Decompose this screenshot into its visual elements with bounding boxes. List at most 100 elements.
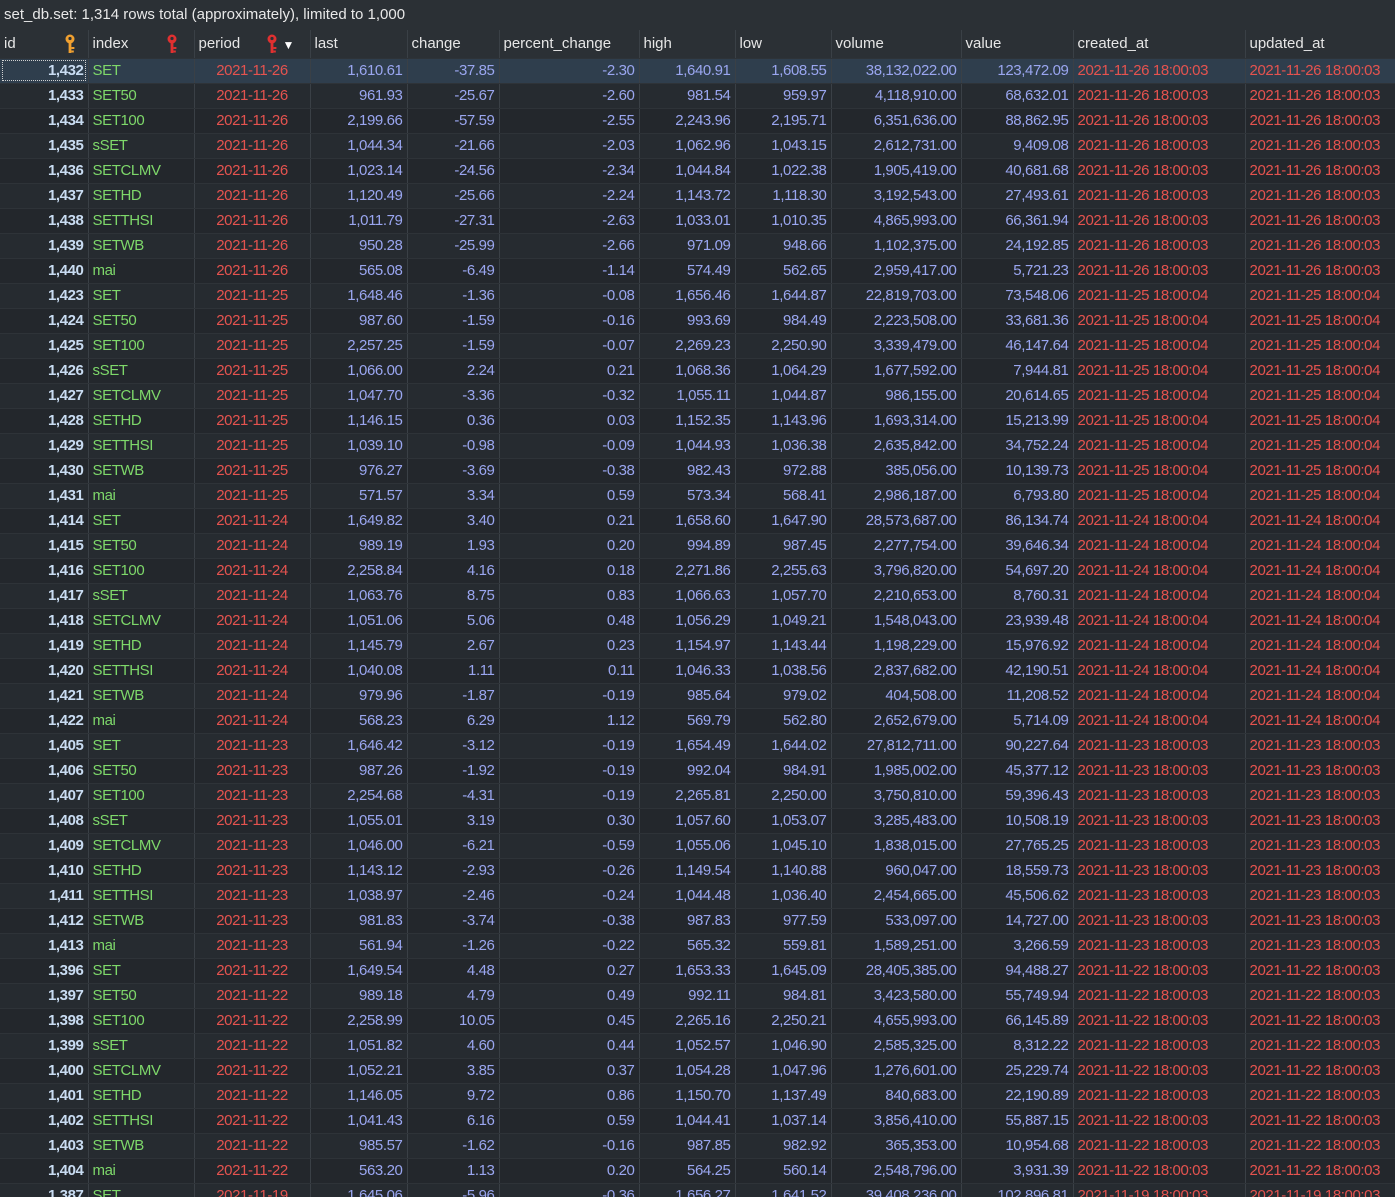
- cell-period[interactable]: 2021-11-22: [194, 1083, 311, 1109]
- cell-last[interactable]: 987.26: [310, 758, 408, 784]
- cell-id[interactable]: 1,409: [0, 833, 89, 859]
- cell-index[interactable]: SETWB: [88, 458, 195, 484]
- cell-change[interactable]: 4.16: [407, 558, 500, 584]
- cell-created-at[interactable]: 2021-11-26 18:00:03: [1073, 83, 1246, 109]
- cell-last[interactable]: 1,051.82: [310, 1033, 408, 1059]
- cell-id[interactable]: 1,432: [0, 58, 89, 84]
- cell-percent-change[interactable]: -2.63: [499, 208, 640, 234]
- cell-high[interactable]: 1,055.11: [639, 383, 736, 409]
- cell-id[interactable]: 1,431: [0, 483, 89, 509]
- cell-percent-change[interactable]: -0.24: [499, 883, 640, 909]
- cell-low[interactable]: 979.02: [735, 683, 832, 709]
- cell-id[interactable]: 1,420: [0, 658, 89, 684]
- cell-last[interactable]: 1,040.08: [310, 658, 408, 684]
- table-row[interactable]: 1,422 mai 2021-11-24 568.23 6.29 1.12 569.79 56…: [0, 708, 1395, 734]
- cell-period[interactable]: 2021-11-25: [194, 458, 311, 484]
- cell-created-at[interactable]: 2021-11-26 18:00:03: [1073, 133, 1246, 159]
- cell-change[interactable]: 6.16: [407, 1108, 500, 1134]
- table-row[interactable]: 1,414 SET 2021-11-24 1,649.82 3.40 0.21 1,658.…: [0, 508, 1395, 534]
- cell-index[interactable]: mai: [88, 933, 195, 959]
- cell-volume[interactable]: 3,750,810.00: [831, 783, 962, 809]
- table-row[interactable]: 1,409 SETCLMV 2021-11-23 1,046.00 -6.21 -0.59…: [0, 833, 1395, 859]
- cell-value[interactable]: 9,409.08: [961, 133, 1074, 159]
- cell-last[interactable]: 1,039.10: [310, 433, 408, 459]
- cell-volume[interactable]: 1,693,314.00: [831, 408, 962, 434]
- table-row[interactable]: 1,396 SET 2021-11-22 1,649.54 4.48 0.27 1,653.…: [0, 958, 1395, 984]
- cell-created-at[interactable]: 2021-11-23 18:00:03: [1073, 758, 1246, 784]
- table-row[interactable]: 1,427 SETCLMV 2021-11-25 1,047.70 -3.36 -0.32…: [0, 383, 1395, 409]
- cell-id[interactable]: 1,422: [0, 708, 89, 734]
- cell-id[interactable]: 1,398: [0, 1008, 89, 1034]
- cell-updated-at[interactable]: 2021-11-19 18:00:03: [1245, 1183, 1395, 1197]
- cell-change[interactable]: -37.85: [407, 58, 500, 84]
- cell-period[interactable]: 2021-11-22: [194, 1008, 311, 1034]
- column-header-period[interactable]: period ▼: [194, 30, 311, 59]
- cell-created-at[interactable]: 2021-11-24 18:00:04: [1073, 533, 1246, 559]
- cell-change[interactable]: -6.21: [407, 833, 500, 859]
- cell-index[interactable]: SET100: [88, 783, 195, 809]
- cell-last[interactable]: 950.28: [310, 233, 408, 259]
- cell-updated-at[interactable]: 2021-11-23 18:00:03: [1245, 933, 1395, 959]
- cell-created-at[interactable]: 2021-11-25 18:00:04: [1073, 458, 1246, 484]
- cell-index[interactable]: SETWB: [88, 1133, 195, 1159]
- cell-created-at[interactable]: 2021-11-24 18:00:04: [1073, 508, 1246, 534]
- cell-change[interactable]: -1.26: [407, 933, 500, 959]
- cell-percent-change[interactable]: 0.49: [499, 983, 640, 1009]
- cell-volume[interactable]: 4,865,993.00: [831, 208, 962, 234]
- cell-change[interactable]: 3.34: [407, 483, 500, 509]
- cell-updated-at[interactable]: 2021-11-23 18:00:03: [1245, 883, 1395, 909]
- cell-high[interactable]: 1,052.57: [639, 1033, 736, 1059]
- cell-index[interactable]: SET100: [88, 108, 195, 134]
- cell-volume[interactable]: 960,047.00: [831, 858, 962, 884]
- cell-period[interactable]: 2021-11-26: [194, 108, 311, 134]
- cell-period[interactable]: 2021-11-24: [194, 558, 311, 584]
- cell-updated-at[interactable]: 2021-11-22 18:00:03: [1245, 1058, 1395, 1084]
- cell-updated-at[interactable]: 2021-11-26 18:00:03: [1245, 133, 1395, 159]
- cell-index[interactable]: SET50: [88, 533, 195, 559]
- cell-period[interactable]: 2021-11-26: [194, 158, 311, 184]
- cell-id[interactable]: 1,403: [0, 1133, 89, 1159]
- cell-index[interactable]: SETCLMV: [88, 383, 195, 409]
- cell-last[interactable]: 1,146.15: [310, 408, 408, 434]
- cell-updated-at[interactable]: 2021-11-22 18:00:03: [1245, 983, 1395, 1009]
- cell-high[interactable]: 987.85: [639, 1133, 736, 1159]
- cell-change[interactable]: 2.67: [407, 633, 500, 659]
- cell-period[interactable]: 2021-11-26: [194, 133, 311, 159]
- cell-last[interactable]: 568.23: [310, 708, 408, 734]
- cell-value[interactable]: 54,697.20: [961, 558, 1074, 584]
- cell-change[interactable]: -3.12: [407, 733, 500, 759]
- column-header-id[interactable]: id: [0, 30, 89, 59]
- cell-created-at[interactable]: 2021-11-25 18:00:04: [1073, 283, 1246, 309]
- cell-low[interactable]: 1,064.29: [735, 358, 832, 384]
- cell-index[interactable]: SETCLMV: [88, 1058, 195, 1084]
- table-row[interactable]: 1,440 mai 2021-11-26 565.08 -6.49 -1.14 574.49…: [0, 258, 1395, 284]
- cell-volume[interactable]: 27,812,711.00: [831, 733, 962, 759]
- table-row[interactable]: 1,410 SETHD 2021-11-23 1,143.12 -2.93 -0.26 1,…: [0, 858, 1395, 884]
- cell-change[interactable]: -27.31: [407, 208, 500, 234]
- cell-volume[interactable]: 365,353.00: [831, 1133, 962, 1159]
- cell-change[interactable]: 2.24: [407, 358, 500, 384]
- cell-volume[interactable]: 3,423,580.00: [831, 983, 962, 1009]
- cell-period[interactable]: 2021-11-26: [194, 258, 311, 284]
- cell-high[interactable]: 1,057.60: [639, 808, 736, 834]
- cell-high[interactable]: 1,056.29: [639, 608, 736, 634]
- cell-change[interactable]: -1.87: [407, 683, 500, 709]
- cell-percent-change[interactable]: -2.66: [499, 233, 640, 259]
- cell-change[interactable]: -1.62: [407, 1133, 500, 1159]
- cell-id[interactable]: 1,430: [0, 458, 89, 484]
- cell-last[interactable]: 1,051.06: [310, 608, 408, 634]
- table-row[interactable]: 1,418 SETCLMV 2021-11-24 1,051.06 5.06 0.48 1,…: [0, 608, 1395, 634]
- cell-last[interactable]: 985.57: [310, 1133, 408, 1159]
- cell-last[interactable]: 2,257.25: [310, 333, 408, 359]
- cell-high[interactable]: 992.04: [639, 758, 736, 784]
- cell-percent-change[interactable]: -1.14: [499, 258, 640, 284]
- cell-low[interactable]: 1,022.38: [735, 158, 832, 184]
- cell-id[interactable]: 1,425: [0, 333, 89, 359]
- column-header-low[interactable]: low: [735, 30, 832, 59]
- table-row[interactable]: 1,403 SETWB 2021-11-22 985.57 -1.62 -0.16 987.…: [0, 1133, 1395, 1159]
- cell-low[interactable]: 1,053.07: [735, 808, 832, 834]
- cell-value[interactable]: 15,213.99: [961, 408, 1074, 434]
- cell-percent-change[interactable]: -2.34: [499, 158, 640, 184]
- cell-created-at[interactable]: 2021-11-22 18:00:03: [1073, 1058, 1246, 1084]
- table-row[interactable]: 1,401 SETHD 2021-11-22 1,146.05 9.72 0.86 1,15…: [0, 1083, 1395, 1109]
